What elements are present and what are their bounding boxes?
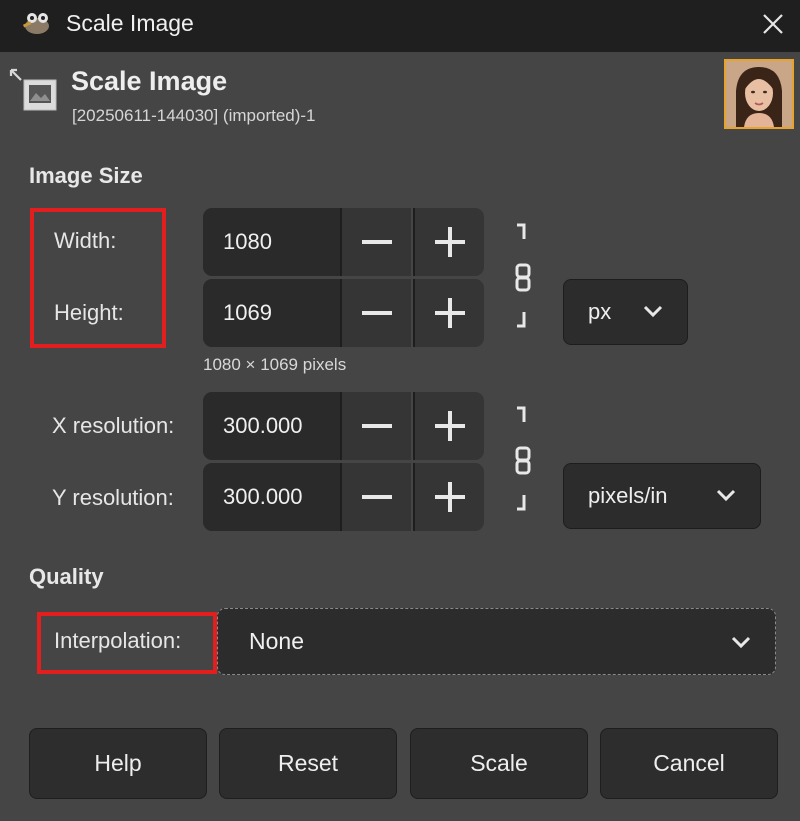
resolution-chain-button[interactable] — [511, 405, 535, 515]
scale-button[interactable]: Scale — [410, 728, 588, 799]
window-title: Scale Image — [66, 10, 194, 36]
pixel-size-info: 1080 × 1069 pixels — [203, 355, 347, 374]
resolution-unit-value: pixels/in — [588, 483, 668, 508]
window-titlebar: Scale Image — [0, 0, 800, 52]
y-resolution-increase-button[interactable] — [413, 463, 484, 531]
x-resolution-decrease-button[interactable] — [340, 392, 411, 460]
plus-icon — [434, 227, 465, 257]
image-size-heading: Image Size — [29, 163, 143, 188]
dialog-title: Scale Image — [71, 66, 228, 96]
minus-icon — [361, 240, 392, 244]
y-resolution-label: Y resolution: — [52, 485, 174, 510]
minus-icon — [361, 424, 392, 428]
chevron-down-icon — [643, 305, 663, 318]
size-unit-dropdown[interactable]: px — [563, 279, 688, 345]
x-resolution-label: X resolution: — [52, 413, 175, 438]
interpolation-dropdown[interactable]: None — [217, 608, 776, 675]
help-button[interactable]: Help — [29, 728, 207, 799]
x-resolution-increase-button[interactable] — [413, 392, 484, 460]
y-resolution-decrease-button[interactable] — [340, 463, 411, 531]
width-decrease-button[interactable] — [340, 208, 411, 276]
height-decrease-button[interactable] — [340, 279, 411, 347]
quality-heading: Quality — [29, 564, 104, 589]
image-thumbnail — [724, 59, 794, 129]
chevron-down-icon — [716, 489, 736, 502]
plus-icon — [434, 298, 465, 328]
x-resolution-input[interactable]: 300.000 — [203, 392, 340, 460]
interpolation-value: None — [249, 628, 304, 654]
cancel-button[interactable]: Cancel — [600, 728, 778, 799]
close-icon — [763, 14, 783, 34]
highlight-box-size-labels — [30, 208, 166, 348]
highlight-box-interpolation — [37, 612, 217, 674]
gimp-icon — [20, 9, 54, 37]
chain-linked-icon — [515, 406, 531, 511]
scale-image-icon — [8, 66, 58, 114]
chevron-down-icon — [731, 636, 751, 649]
minus-icon — [361, 311, 392, 315]
reset-button[interactable]: Reset — [219, 728, 397, 799]
height-increase-button[interactable] — [413, 279, 484, 347]
plus-icon — [434, 411, 465, 441]
chain-linked-icon — [515, 223, 531, 328]
height-input[interactable]: 1069 — [203, 279, 340, 347]
size-chain-button[interactable] — [511, 222, 535, 332]
image-name: [20250611-144030] (imported)-1 — [72, 106, 316, 125]
minus-icon — [361, 495, 392, 499]
y-resolution-input[interactable]: 300.000 — [203, 463, 340, 531]
close-button[interactable] — [752, 4, 794, 44]
width-increase-button[interactable] — [413, 208, 484, 276]
width-input[interactable]: 1080 — [203, 208, 340, 276]
resolution-unit-dropdown[interactable]: pixels/in — [563, 463, 761, 529]
plus-icon — [434, 482, 465, 512]
size-unit-value: px — [588, 299, 612, 324]
